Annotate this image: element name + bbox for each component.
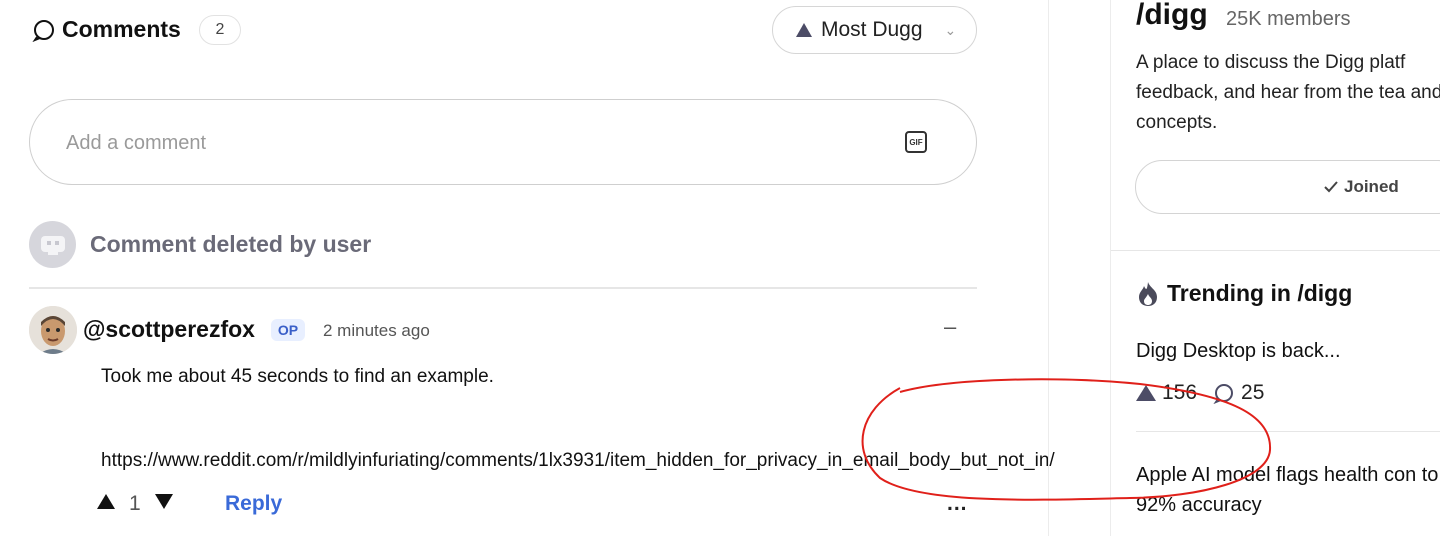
flame-icon [1139,281,1157,306]
sort-dropdown[interactable]: Most Dugg ⌄ [772,6,977,54]
vote-count: 1 [129,492,141,515]
comment-body-text: Took me about 45 seconds to find an exam… [101,366,494,387]
comments-header: Comments 2 Most Dugg ⌄ [32,6,977,54]
trending-item-title[interactable]: Digg Desktop is back... [1136,340,1341,363]
ghost-icon [40,235,65,255]
comments-title-text: Comments [62,16,181,42]
sort-label: Most Dugg [821,18,923,41]
sidebar-divider [1110,0,1111,536]
user-avatar-image [29,306,77,354]
chevron-down-icon: ⌄ [944,21,957,38]
op-badge: OP [271,319,305,341]
trending-header: Trending in /digg [1137,280,1352,307]
comment-input[interactable] [66,126,846,160]
upvote-arrow-icon [1136,385,1156,401]
joined-label: Joined [1344,177,1399,196]
deleted-user-avatar [29,221,76,268]
comment-author[interactable]: @scottperezfox [83,316,255,343]
trending-divider [1136,431,1440,432]
comment-timestamp: 2 minutes ago [323,321,430,340]
avatar[interactable] [29,306,77,354]
comment-divider [29,287,977,289]
community-members: 25K members [1226,8,1351,30]
checkmark-icon [1324,181,1338,193]
community-name[interactable]: /digg [1136,0,1208,32]
upvote-arrow-icon [97,494,115,509]
collapse-button[interactable]: – [944,314,956,340]
community-description: A place to discuss the Digg platf feedba… [1136,52,1440,133]
upvote-arrow-icon [796,23,812,37]
downvote-arrow-icon [155,494,173,509]
trending-comments: 25 [1241,381,1265,404]
comment-bubble-icon [32,19,54,42]
trending-item-stats: 156 25 [1136,381,1264,405]
trending-item-title[interactable]: Apple AI model flags health con to 92% a… [1136,460,1440,520]
comment-bubble-icon [1213,384,1234,404]
gif-button[interactable]: GIF [905,131,927,153]
comments-count-badge: 2 [199,15,241,45]
trending-title: Trending in /digg [1167,280,1353,306]
deleted-comment: Comment deleted by user [29,221,371,268]
trending-upvotes: 156 [1162,381,1198,404]
column-divider [1048,0,1049,536]
comments-title: Comments [32,16,181,43]
downvote-button[interactable] [155,493,173,514]
more-options-button[interactable]: ... [947,492,968,516]
comment-composer[interactable]: GIF [29,99,977,185]
deleted-comment-text: Comment deleted by user [90,231,372,257]
comment-body-link[interactable]: https://www.reddit.com/r/mildlyinfuriati… [101,450,1055,472]
joined-button[interactable]: Joined [1135,160,1440,214]
upvote-button[interactable] [97,493,115,514]
reply-button[interactable]: Reply [225,492,282,516]
sidebar-section-divider [1111,250,1440,251]
